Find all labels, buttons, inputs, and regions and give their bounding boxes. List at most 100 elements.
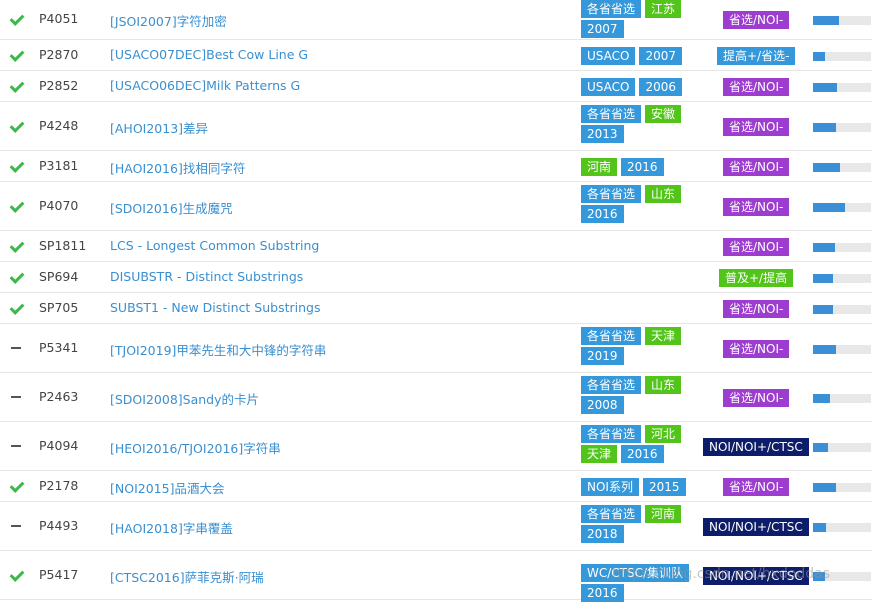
problem-title-link[interactable]: [SDOI2008]Sandy的卡片: [110, 389, 259, 408]
problem-title-link[interactable]: LCS - Longest Common Substring: [110, 238, 319, 253]
problem-id: P4248: [39, 117, 79, 133]
problem-id: P4094: [39, 437, 79, 453]
tag-label[interactable]: 山东: [645, 184, 682, 203]
problem-list: P4051 [JSOI2007]字符加密 各省省选 江苏2007 省选/NOI- P287…: [0, 0, 872, 602]
tag-label[interactable]: 各省省选: [581, 375, 642, 394]
tag-label[interactable]: 2016: [581, 204, 624, 223]
tag-label[interactable]: 河南: [581, 157, 618, 176]
tag-label[interactable]: 2007: [581, 20, 624, 38]
difficulty-badge: 普及+/提高: [719, 268, 794, 287]
problem-title-link[interactable]: [AHOI2013]差异: [110, 118, 208, 137]
problem-title-link[interactable]: [USACO07DEC]Best Cow Line G: [110, 47, 308, 62]
problem-row[interactable]: P4248 [AHOI2013]差异 各省省选 安徽 2013 省选/NOI-: [0, 102, 872, 151]
problem-id: P3181: [39, 157, 79, 173]
tag-list: 各省省选 河北天津 2016: [581, 424, 711, 465]
tag-label[interactable]: 2016: [581, 583, 624, 602]
problem-row[interactable]: P4051 [JSOI2007]字符加密 各省省选 江苏 2007 省选/NOI-: [0, 0, 872, 40]
tag-label[interactable]: 2006: [639, 77, 682, 96]
problem-title-link[interactable]: SUBST1 - New Distinct Substrings: [110, 300, 321, 315]
problem-title-link[interactable]: [CTSC2016]萨菲克斯·阿瑞: [110, 567, 264, 586]
tag-label[interactable]: USACO: [581, 77, 636, 96]
problem-row[interactable]: P4493 [HAOI2018]字串覆盖 各省省选 河南 2018 NOI/NOI+/CT…: [0, 502, 872, 551]
pass-rate-fill: [813, 522, 826, 532]
difficulty-badge: NOI/NOI+/CTSC: [703, 517, 809, 536]
pass-rate-fill: [813, 162, 840, 172]
solved-check-icon: [10, 160, 26, 172]
problem-row[interactable]: P4094 [HEOI2016/TJOI2016]字符串 各省省选 河北天津 2016 N…: [0, 422, 872, 471]
solved-check-icon: [10, 271, 26, 283]
solved-check-icon: [10, 13, 26, 25]
problem-id: P2870: [39, 46, 79, 62]
unsolved-dash-icon: [10, 391, 26, 403]
tag-label[interactable]: NOI系列: [581, 477, 639, 496]
tag-label[interactable]: 2016: [621, 157, 664, 176]
tag-list: 各省省选 天津 2019: [581, 326, 711, 367]
tag-list: 各省省选 山东 2008: [581, 375, 711, 416]
problem-row[interactable]: SP1811 LCS - Longest Common Substring 省选/N…: [0, 231, 872, 262]
problem-row[interactable]: P2178 [NOI2015]品酒大会 NOI系列 2015 省选/NOI-: [0, 471, 872, 502]
tag-label[interactable]: USACO: [581, 46, 636, 65]
pass-rate-bar: [813, 522, 871, 532]
pass-rate-fill: [813, 482, 837, 492]
tag-label[interactable]: 2019: [581, 346, 624, 365]
problem-title-link[interactable]: [HAOI2018]字串覆盖: [110, 518, 233, 537]
tag-label[interactable]: 山东: [645, 375, 682, 394]
solved-check-icon: [10, 240, 26, 252]
solved-check-icon: [10, 49, 26, 61]
problem-id: SP694: [39, 268, 79, 284]
pass-rate-fill: [813, 442, 828, 452]
problem-title-link[interactable]: DISUBSTR - Distinct Substrings: [110, 269, 303, 284]
problem-title-link[interactable]: [SDOI2016]生成魔咒: [110, 198, 233, 217]
problem-row[interactable]: P4070 [SDOI2016]生成魔咒 各省省选 山东 2016 省选/NOI-: [0, 182, 872, 231]
tag-label[interactable]: 2007: [639, 46, 682, 65]
problem-title-link[interactable]: [HEOI2016/TJOI2016]字符串: [110, 438, 281, 457]
solved-check-icon: [10, 302, 26, 314]
pass-rate-bar: [813, 202, 871, 212]
pass-rate-bar: [813, 162, 871, 172]
problem-id: P4070: [39, 197, 79, 213]
problem-row[interactable]: P5341 [TJOI2019]甲苯先生和大中锋的字符串 各省省选 天津 2019 省选/…: [0, 324, 872, 373]
tag-label[interactable]: 各省省选: [581, 424, 642, 443]
tag-list: 河南 2016: [581, 157, 711, 178]
pass-rate-fill: [813, 242, 836, 252]
tag-label[interactable]: 2018: [581, 524, 624, 543]
problem-row[interactable]: P3181 [HAOI2016]找相同字符 河南 2016 省选/NOI-: [0, 151, 872, 182]
tag-label[interactable]: 天津: [581, 444, 618, 463]
problem-id: P2852: [39, 77, 79, 93]
pass-rate-fill: [813, 304, 834, 314]
problem-row[interactable]: P2852 [USACO06DEC]Milk Patterns G USACO 200…: [0, 71, 872, 102]
pass-rate-bar: [813, 344, 871, 354]
tag-label[interactable]: 河北: [645, 424, 682, 443]
problem-title-link[interactable]: [HAOI2016]找相同字符: [110, 158, 245, 177]
problem-row[interactable]: SP705 SUBST1 - New Distinct Substrings 省选/…: [0, 293, 872, 324]
tag-label[interactable]: 各省省选: [581, 184, 642, 203]
problem-id: P4493: [39, 517, 79, 533]
tag-label[interactable]: 各省省选: [581, 104, 642, 123]
pass-rate-bar: [813, 82, 871, 92]
problem-row[interactable]: P2870 [USACO07DEC]Best Cow Line G USACO 200…: [0, 40, 872, 71]
problem-title-link[interactable]: [USACO06DEC]Milk Patterns G: [110, 78, 300, 93]
tag-list: USACO 2006: [581, 77, 711, 98]
tag-label[interactable]: 2016: [621, 444, 664, 463]
tag-label[interactable]: 天津: [645, 326, 682, 345]
tag-label[interactable]: 2013: [581, 124, 624, 143]
tag-label[interactable]: 安徽: [645, 104, 682, 123]
tag-label[interactable]: 各省省选: [581, 0, 642, 18]
tag-label[interactable]: 江苏: [645, 0, 682, 18]
problem-title-link[interactable]: [JSOI2007]字符加密: [110, 11, 227, 30]
problem-title-link[interactable]: [TJOI2019]甲苯先生和大中锋的字符串: [110, 340, 326, 359]
tag-label[interactable]: 各省省选: [581, 504, 642, 523]
tag-label[interactable]: 2015: [642, 477, 686, 496]
unsolved-dash-icon: [10, 342, 26, 354]
solved-check-icon: [10, 480, 26, 492]
difficulty-badge: 省选/NOI-: [723, 299, 790, 318]
problem-title-link[interactable]: [NOI2015]品酒大会: [110, 478, 224, 497]
solved-check-icon: [10, 200, 26, 212]
solved-check-icon: [10, 120, 26, 132]
tag-label[interactable]: 2008: [581, 395, 624, 414]
problem-id: P4051: [39, 11, 79, 26]
problem-row[interactable]: P2463 [SDOI2008]Sandy的卡片 各省省选 山东 2008 省选/NOI-: [0, 373, 872, 422]
tag-label[interactable]: 河南: [645, 504, 682, 523]
problem-row[interactable]: SP694 DISUBSTR - Distinct Substrings 普及+/提…: [0, 262, 872, 293]
tag-label[interactable]: 各省省选: [581, 326, 642, 345]
